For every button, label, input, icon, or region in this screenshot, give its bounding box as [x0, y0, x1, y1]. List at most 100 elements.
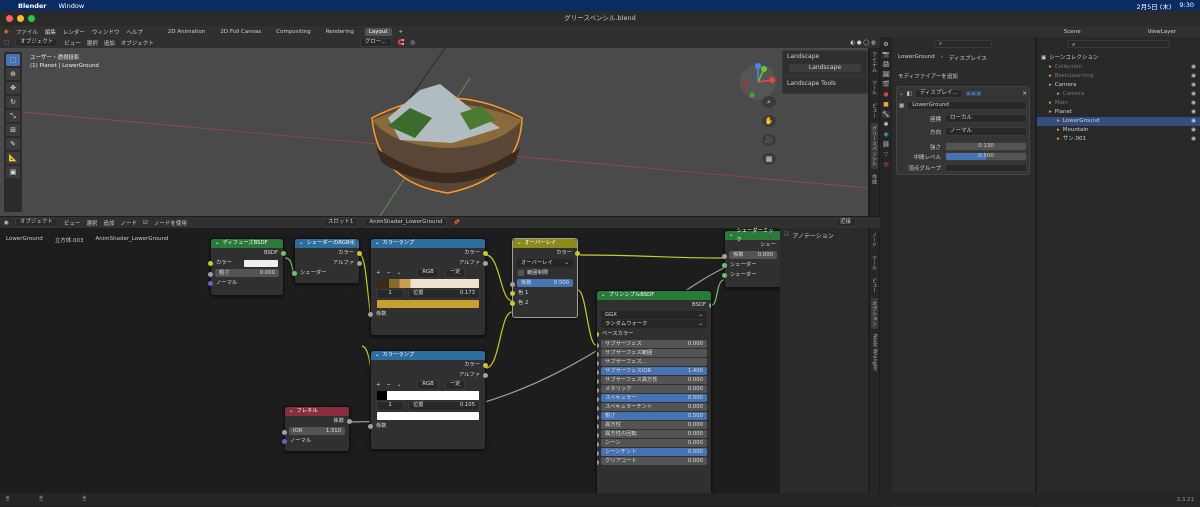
principled-input-socket[interactable] — [597, 405, 599, 411]
shader-to-rgb-shader-socket[interactable] — [292, 270, 297, 276]
principled-input-socket[interactable] — [597, 351, 599, 357]
scene-props-icon[interactable]: 🎬 — [882, 81, 889, 88]
outliner-item[interactable]: ▸ Collection ◉ — [1037, 63, 1200, 72]
landscape-tools-header[interactable]: Landscape Tools — [783, 75, 867, 91]
coords-dropdown[interactable]: ローカル — [945, 114, 1027, 123]
viewport-menu-add[interactable]: 追加 — [104, 39, 115, 47]
menu-help[interactable]: ヘルプ — [126, 28, 143, 36]
outliner-item[interactable]: ▸ Main ◉ — [1037, 99, 1200, 108]
node-menu-add[interactable]: 追加 — [103, 219, 114, 227]
slot-selector[interactable]: スロット1 — [322, 218, 359, 227]
camera-view-icon[interactable]: 🎥 — [762, 134, 776, 146]
minimize-window-button[interactable] — [17, 15, 24, 22]
color-ramp-1-position-field[interactable]: 位置 0.173 — [408, 289, 480, 299]
transform-tool-icon[interactable]: ⊞ — [6, 124, 20, 136]
principled-bsdf-node[interactable]: ⌄ プリンシプルBSDF BSDF GGX ⌄ ランダムウォーク ⌄ ベースカラー … — [596, 290, 712, 500]
diffuse-roughness-socket[interactable] — [208, 271, 213, 277]
overlay-color-socket[interactable] — [575, 250, 580, 256]
color-ramp-1-stop-color[interactable] — [377, 300, 479, 308]
ramp-2-remove-stop-icon[interactable]: − — [386, 380, 390, 390]
diffuse-normal-socket[interactable] — [208, 280, 213, 286]
color-ramp-2-gradient[interactable] — [377, 391, 479, 400]
midlevel-field[interactable]: 0.500 — [945, 152, 1027, 161]
snap-icon[interactable]: 🧲 — [398, 40, 405, 46]
view-layer-props-icon[interactable]: 🖼 — [882, 71, 890, 78]
eye-icon[interactable]: ◉ — [1191, 117, 1196, 126]
principled-input-field[interactable]: クリアコート 0.000 — [597, 457, 707, 465]
principled-input-field[interactable]: スペキュラー 0.500 — [597, 394, 707, 402]
node-side-tab-node[interactable]: ノード — [871, 229, 878, 250]
rotate-tool-icon[interactable]: ↻ — [6, 96, 20, 108]
principled-input-socket[interactable] — [597, 387, 599, 393]
node-mode-selector[interactable]: オブジェクト — [14, 218, 58, 227]
data-props-icon[interactable]: ▽ — [884, 151, 889, 158]
menu-render[interactable]: レンダー — [63, 28, 85, 36]
side-tab-grease[interactable]: グリースペンシル — [871, 123, 878, 169]
color-ramp-2-node[interactable]: ⌄ カラーランプ カラー アルファ + − ⌄ RGB 一定 1 位置 0.105 係… — [368, 350, 488, 450]
modifier-close-icon[interactable]: ✕ — [1022, 91, 1027, 97]
proportional-icon[interactable]: ◎ — [410, 40, 415, 46]
diffuse-bsdf-node[interactable]: ⌄ ディフューズBSDF BSDF カラー 粗さ 0.000 ノーマル — [208, 238, 286, 296]
side-tab-view[interactable]: ビュー — [871, 100, 878, 121]
particle-props-icon[interactable]: ✱ — [883, 121, 888, 128]
mode-selector[interactable]: オブジェクト — [15, 38, 59, 47]
overlay-fac-socket[interactable] — [510, 281, 515, 287]
outliner-item[interactable]: ▸ Camera ◉ — [1037, 90, 1200, 99]
tab-2d-animation[interactable]: 2D Animation — [164, 28, 210, 36]
app-name[interactable]: Blender — [18, 2, 47, 10]
node-side-tab-options[interactable]: オプション — [871, 298, 878, 329]
viewport-3d[interactable]: ユーザー・透視投影 (1) Planet | LowerGround ⌕ ✋ 🎥… — [0, 48, 868, 216]
ramp-1-remove-stop-icon[interactable]: − — [386, 268, 390, 278]
modifier-props-icon[interactable]: 🔧 — [882, 111, 890, 118]
color-ramp-2-header[interactable]: ⌄ カラーランプ — [371, 351, 485, 360]
fresnel-fac-socket[interactable] — [347, 418, 352, 424]
color-ramp-1-color-socket[interactable] — [483, 250, 488, 256]
displace-modifier-header[interactable]: ⌄ ◧ ディスプレイ... ▣▣▣ ✕ — [899, 89, 1027, 98]
color-ramp-2-interp[interactable]: 一定 — [444, 380, 466, 390]
ramp-2-add-stop-icon[interactable]: + — [376, 380, 380, 390]
mix-shader-fac-socket[interactable] — [722, 253, 727, 259]
principled-input-field[interactable]: サブサーフェス 0.000 — [597, 340, 707, 348]
landscape-button[interactable]: Landscape — [789, 64, 861, 72]
add-workspace-icon[interactable]: + — [399, 29, 404, 35]
fresnel-ior-field[interactable]: IOR 1.310 — [282, 427, 345, 435]
principled-input-socket[interactable] — [597, 441, 599, 447]
tab-rendering[interactable]: Rendering — [322, 28, 358, 36]
node-menu-select[interactable]: 選択 — [86, 219, 97, 227]
principled-input-socket[interactable] — [597, 378, 599, 384]
window-menu[interactable]: Window — [59, 2, 85, 10]
menu-edit[interactable]: 編集 — [45, 28, 56, 36]
side-tab-tool[interactable]: ツール — [871, 77, 878, 98]
outliner-item[interactable]: ▸ Mountain ◉ — [1037, 126, 1200, 135]
ramp-2-menu-icon[interactable]: ⌄ — [397, 380, 401, 390]
strength-field[interactable]: 0.130 — [945, 142, 1027, 151]
principled-input-field[interactable]: シーンチント 0.500 — [597, 448, 707, 456]
fresnel-ior-socket[interactable] — [282, 429, 287, 435]
fresnel-node[interactable]: ⌄ フレネル 係数 IOR 1.310 ノーマル — [282, 406, 352, 452]
zoom-icon[interactable]: ⌕ — [762, 96, 776, 108]
eye-icon[interactable]: ◉ — [1191, 135, 1196, 144]
snap-mode-selector[interactable]: 近接 — [834, 218, 856, 227]
eye-icon[interactable]: ◉ — [1191, 99, 1196, 108]
constraint-props-icon[interactable]: ⛓ — [882, 141, 890, 148]
principled-bsdf-socket[interactable] — [709, 302, 711, 308]
modifier-name-field[interactable]: ディスプレイ... — [914, 89, 963, 98]
displace-texture-field[interactable]: LowerGround — [907, 101, 1027, 110]
color-ramp-1-gradient[interactable] — [377, 279, 479, 288]
close-window-button[interactable] — [6, 15, 13, 22]
overlay-mix-node[interactable]: ⌄ オーバーレイ カラー オーバーレイ ⌄ 範囲制限 係数 0.500 色 1 色 … — [510, 238, 580, 318]
zoom-window-button[interactable] — [28, 15, 35, 22]
eye-icon[interactable]: ◉ — [1191, 108, 1196, 117]
color-ramp-2-fac-socket[interactable] — [368, 423, 373, 429]
annotation-checkbox[interactable]: ☑ — [784, 231, 789, 240]
direction-dropdown[interactable]: ノーマル — [945, 127, 1027, 136]
material-selector[interactable]: AnimShader_LowerGround — [364, 218, 448, 227]
principled-input-field[interactable]: 粗さ 0.500 — [597, 412, 707, 420]
color-ramp-1-alpha-socket[interactable] — [483, 260, 488, 266]
vertex-group-field[interactable] — [945, 164, 1027, 172]
tab-layout[interactable]: Layout — [364, 27, 392, 36]
color-ramp-1-mode[interactable]: RGB — [417, 268, 439, 278]
ramp-1-menu-icon[interactable]: ⌄ — [397, 268, 401, 278]
ramp-1-add-stop-icon[interactable]: + — [376, 268, 380, 278]
pan-icon[interactable]: ✋ — [762, 115, 776, 127]
